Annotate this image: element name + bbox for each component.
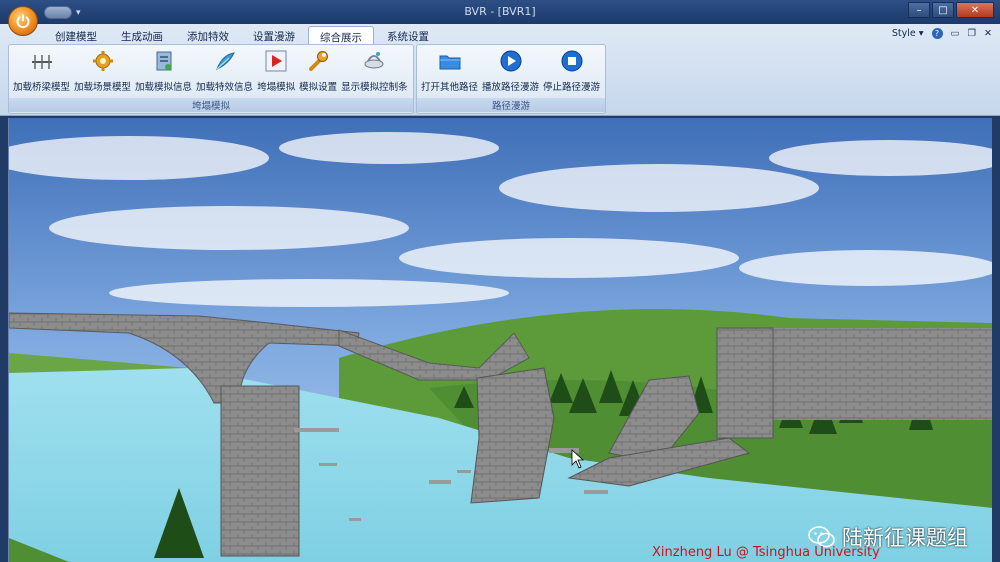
app-menu-button[interactable] [8,6,38,36]
ribbon-restore-icon[interactable]: ❐ [968,28,977,39]
play-red-icon [265,50,287,72]
style-dropdown[interactable]: Style ▾ [892,28,924,39]
document-icon [156,51,172,71]
ribbon-minimize-icon[interactable]: ▭ [951,28,960,39]
broken-center-pier [470,367,555,504]
style-arrow-icon: ▾ [918,28,924,39]
ribbon: 创建模型 生成动画 添加特效 设置漫游 综合展示 系统设置 Style ▾ ? … [0,24,1000,116]
3d-viewport[interactable] [8,118,992,562]
title-bar: ▾ BVR - [BVR1] – □ ✕ [0,0,1000,24]
load-bridge-model-button[interactable]: 加载桥梁模型 [11,49,72,93]
tool-label: 加载场景模型 [74,82,132,93]
satellite-icon [364,52,384,69]
collapse-simulation-button[interactable]: 垮塌模拟 [255,49,297,93]
ribbon-tabs: 创建模型 生成动画 添加特效 设置漫游 综合展示 系统设置 [44,26,440,45]
folder-icon [439,55,460,70]
window-title: BVR - [BVR1] [464,5,536,18]
tool-label: 加载特效信息 [196,82,254,93]
tool-label: 加载桥梁模型 [13,82,71,93]
show-simulation-control-bar-button[interactable]: 显示模拟控制条 [339,49,410,93]
load-scene-model-button[interactable]: 加载场景模型 [72,49,133,93]
play-blue-icon [500,50,522,72]
feather-icon [215,52,235,70]
minimize-button[interactable]: – [908,2,930,18]
play-path-roaming-button[interactable]: 播放路径漫游 [480,49,541,93]
group-path-roaming: 打开其他路径 播放路径漫游 停止路径漫游 路径漫游 [416,44,606,114]
maximize-button[interactable]: □ [932,2,954,18]
far-abutment-pier [716,327,774,439]
simulation-settings-button[interactable]: 模拟设置 [297,49,339,93]
bridge-collapse-scene [9,118,992,562]
tool-label: 显示模拟控制条 [341,82,408,93]
tool-label: 播放路径漫游 [482,82,540,93]
group-label: 垮塌模拟 [9,98,413,112]
style-label: Style [891,28,916,39]
credit-caption: Xinzheng Lu @ Tsinghua University [652,545,880,560]
bridge-icon [31,55,52,69]
group-collapse-simulation: 加载桥梁模型 加载场景模型 加载模拟信息 加载特效信息 垮塌模拟 模拟设置 显示… [8,44,414,114]
open-other-path-button[interactable]: 打开其他路径 [419,49,480,93]
tab-comprehensive-display[interactable]: 综合展示 [308,26,374,45]
close-button[interactable]: ✕ [956,2,994,18]
tool-label: 模拟设置 [299,82,338,93]
tab-create-model[interactable]: 创建模型 [44,26,108,45]
tool-label: 加载模拟信息 [135,82,193,93]
ribbon-close-icon[interactable]: ✕ [984,28,992,39]
load-effects-info-button[interactable]: 加载特效信息 [194,49,255,93]
group-label: 路径漫游 [417,98,605,112]
tool-label: 停止路径漫游 [543,82,601,93]
tab-system-settings[interactable]: 系统设置 [376,26,440,45]
stop-path-roaming-button[interactable]: 停止路径漫游 [541,49,602,93]
tab-set-roaming[interactable]: 设置漫游 [242,26,306,45]
tool-label: 垮塌模拟 [257,82,296,93]
tab-add-effects[interactable]: 添加特效 [176,26,240,45]
wrench-icon [309,51,329,71]
stop-blue-icon [561,50,583,72]
help-icon[interactable]: ? [931,28,943,39]
load-simulation-info-button[interactable]: 加载模拟信息 [133,49,194,93]
left-pier [220,385,300,557]
tool-label: 打开其他路径 [421,82,479,93]
tab-generate-animation[interactable]: 生成动画 [110,26,174,45]
scene-gear-icon [92,51,113,71]
power-icon [16,14,30,29]
